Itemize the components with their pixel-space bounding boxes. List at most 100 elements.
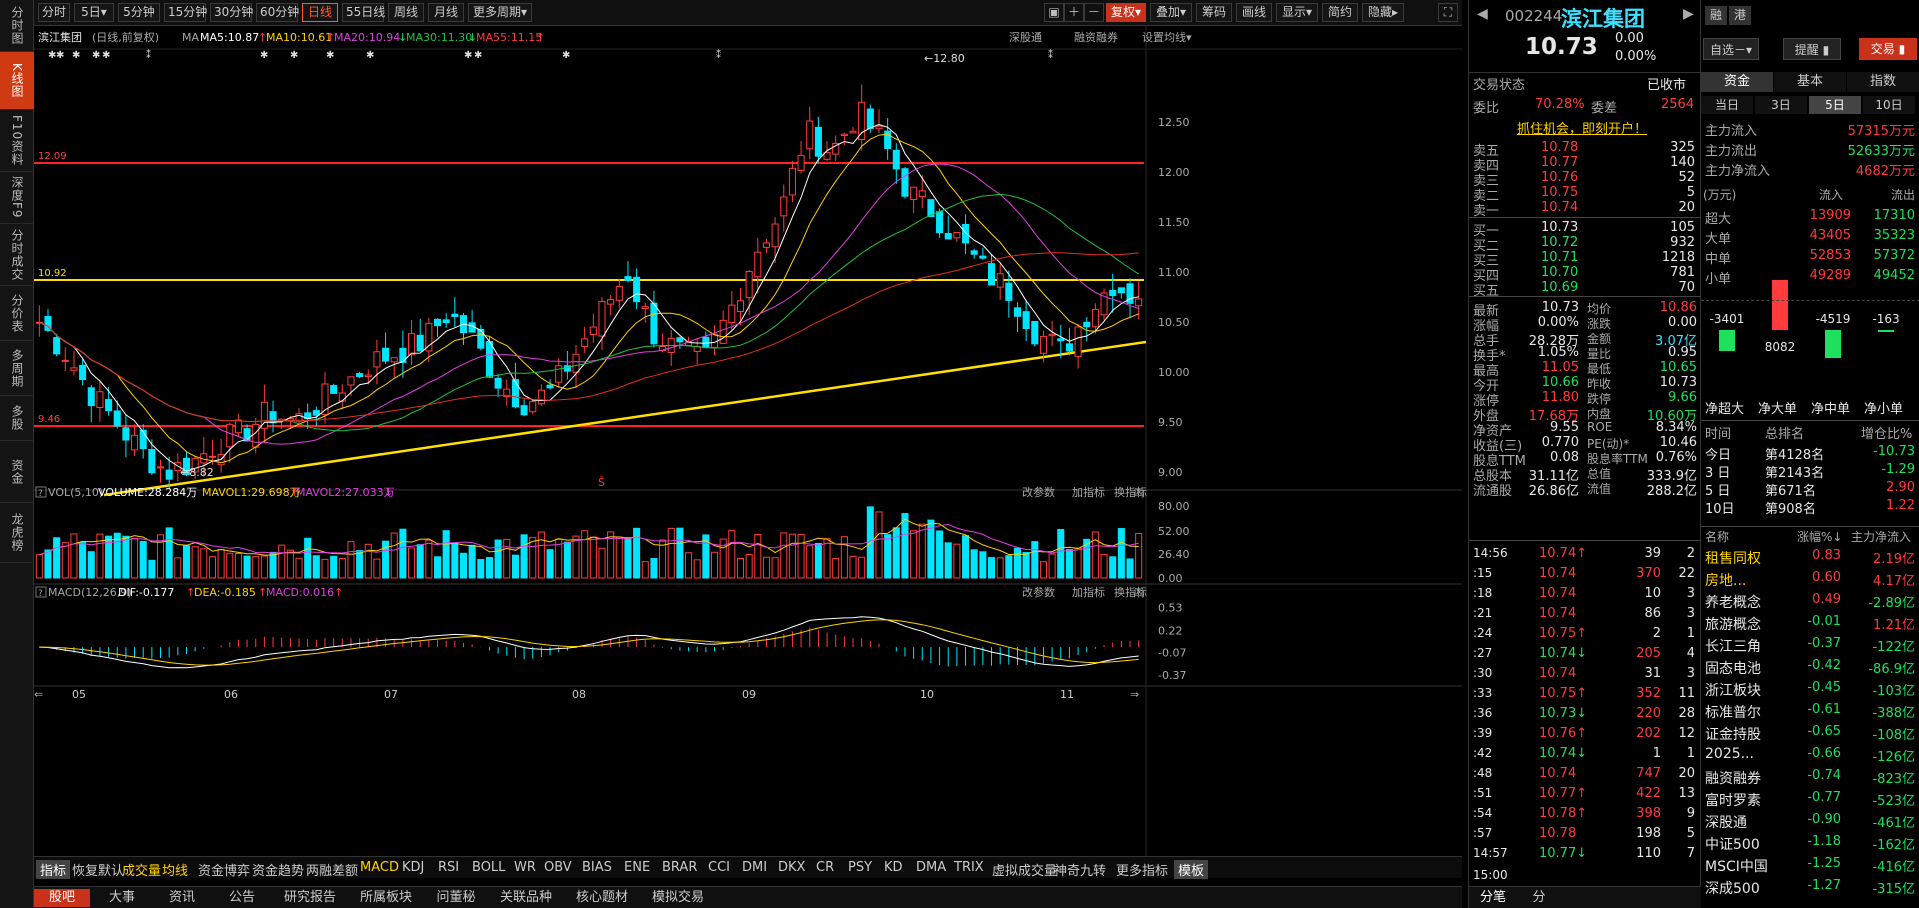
indicator-tab[interactable]: BIAS: [582, 860, 612, 875]
fund-tab[interactable]: 指数: [1847, 72, 1919, 92]
prev-stock-arrow[interactable]: ◀: [1477, 6, 1488, 22]
indicator-tab[interactable]: 两融差额: [306, 860, 358, 879]
trade-button[interactable]: 交易 ▮: [1859, 38, 1917, 60]
day-tab[interactable]: 3日: [1755, 96, 1807, 114]
bottom-tab[interactable]: 所属板块: [350, 889, 422, 907]
sector-name[interactable]: 证金持股: [1705, 724, 1761, 744]
bottom-tab[interactable]: 核心题材: [566, 889, 638, 907]
period-button[interactable]: 月线: [428, 3, 464, 22]
bid-price[interactable]: 10.69: [1541, 280, 1578, 295]
period-button[interactable]: 更多周期▾: [468, 3, 532, 22]
scroll-left-icon[interactable]: ⇐: [34, 688, 43, 701]
toolbar-button[interactable]: 简约: [1322, 3, 1358, 22]
indicator-tab[interactable]: ENE: [624, 860, 650, 875]
bottom-tab[interactable]: 股吧: [34, 889, 90, 907]
indicator-tab[interactable]: KD: [884, 860, 903, 875]
bottom-tab[interactable]: 大事: [94, 889, 150, 907]
indicator-tab[interactable]: 模板: [1174, 860, 1209, 879]
indicator-tab[interactable]: 资金趋势: [252, 860, 304, 879]
toolbar-button[interactable]: 隐藏▸: [1362, 3, 1404, 22]
event-marker[interactable]: ✱: [326, 50, 334, 61]
left-nav-item[interactable]: 分时图: [0, 0, 34, 52]
next-stock-arrow[interactable]: ▶: [1683, 6, 1694, 22]
chart-header-link[interactable]: 融资融券: [1074, 30, 1118, 44]
indicator-tab[interactable]: WR: [514, 860, 536, 875]
kline-chart[interactable]: 滨江集团 (日线,前复权) MA MA5:10.87 MA10:10.61 MA20:10…: [34, 26, 1462, 856]
bottom-tab[interactable]: 模拟交易: [642, 889, 714, 907]
event-marker[interactable]: ✱: [464, 50, 472, 61]
day-tab[interactable]: 当日: [1701, 96, 1753, 114]
event-marker[interactable]: ✱: [56, 50, 64, 61]
ask-price[interactable]: 10.76: [1541, 170, 1578, 185]
indicator-tab[interactable]: CR: [816, 860, 834, 875]
day-tab[interactable]: 10日: [1863, 96, 1915, 114]
bid-price[interactable]: 10.73: [1541, 220, 1578, 235]
left-nav-item[interactable]: 多股: [0, 396, 34, 441]
scroll-right-icon[interactable]: ⇒: [1130, 688, 1139, 701]
toolbar-button[interactable]: 叠加▾: [1150, 3, 1192, 22]
period-button[interactable]: 60分钟: [256, 3, 299, 22]
chart-header-link[interactable]: 深股通: [1009, 31, 1042, 44]
bid-price[interactable]: 10.71: [1541, 250, 1578, 265]
event-marker[interactable]: ✱: [102, 50, 110, 61]
vol-panel-link[interactable]: 改参数: [1022, 485, 1055, 499]
bottom-tab[interactable]: 问董秘: [426, 889, 486, 907]
day-tab[interactable]: 5日: [1809, 96, 1861, 114]
event-marker[interactable]: ⁑: [716, 48, 721, 61]
period-button[interactable]: 分时: [38, 3, 70, 22]
period-button[interactable]: 周线: [388, 3, 424, 22]
left-nav-item[interactable]: F10资料: [0, 110, 34, 172]
left-nav-item[interactable]: 深度F9: [0, 172, 34, 224]
indicator-tab[interactable]: OBV: [544, 860, 572, 875]
sector-name[interactable]: 标准普尔: [1705, 702, 1761, 722]
event-marker[interactable]: ⁑: [146, 48, 151, 61]
indicator-tab[interactable]: DMI: [742, 860, 767, 875]
fullscreen-icon[interactable]: ⛶: [1438, 3, 1458, 22]
sector-name[interactable]: 房地...: [1705, 570, 1746, 590]
indicator-tab[interactable]: 均线: [162, 860, 188, 879]
macd-panel-link[interactable]: 加指标: [1072, 585, 1105, 599]
toolbar-button[interactable]: 显示▾: [1276, 3, 1318, 22]
indicator-tab[interactable]: 指标: [36, 860, 71, 879]
fund-tab[interactable]: 资金: [1701, 72, 1773, 92]
indicator-tab[interactable]: 成交量: [122, 860, 161, 879]
indicator-tab[interactable]: 资金博弈: [198, 860, 250, 879]
period-button[interactable]: 55日线: [342, 3, 385, 22]
left-nav-item[interactable]: 分价表: [0, 286, 34, 341]
trend-line[interactable]: [103, 340, 1147, 497]
fund-tab[interactable]: 基本: [1774, 72, 1846, 92]
bottom-tab[interactable]: 关联品种: [490, 889, 562, 907]
indicator-tab[interactable]: BOLL: [472, 860, 505, 875]
bid-price[interactable]: 10.72: [1541, 235, 1578, 250]
event-marker[interactable]: ✱: [474, 50, 482, 61]
toolbar-button[interactable]: 复权▾: [1106, 3, 1146, 22]
sector-name[interactable]: 中证500: [1705, 834, 1760, 854]
sector-name[interactable]: MSCI中国: [1705, 856, 1768, 876]
bottom-tab[interactable]: 研究报告: [274, 889, 346, 907]
chart-header-link[interactable]: 设置均线▾: [1142, 30, 1192, 44]
left-nav-item[interactable]: 龙虎榜: [0, 503, 34, 563]
indicator-tab[interactable]: PSY: [848, 860, 872, 875]
bid-price[interactable]: 10.70: [1541, 265, 1578, 280]
sector-name[interactable]: 富时罗素: [1705, 790, 1761, 810]
sector-name[interactable]: 租售同权: [1705, 548, 1761, 568]
indicator-tab[interactable]: 神奇九转: [1054, 860, 1106, 879]
ask-price[interactable]: 10.77: [1541, 155, 1578, 170]
sector-name[interactable]: 养老概念: [1705, 592, 1761, 612]
sector-name[interactable]: 固态电池: [1705, 658, 1761, 678]
sector-name[interactable]: 旅游概念: [1705, 614, 1761, 634]
event-marker[interactable]: ✱: [366, 50, 374, 61]
zoom-out-icon[interactable]: －: [1084, 3, 1104, 22]
indicator-tab[interactable]: MACD: [360, 860, 399, 875]
sector-name[interactable]: 2025...: [1705, 746, 1754, 762]
ask-price[interactable]: 10.74: [1541, 200, 1578, 215]
period-button[interactable]: 5分钟: [118, 3, 160, 22]
indicator-tab[interactable]: 恢复默认: [72, 860, 124, 879]
alert-button[interactable]: 提醒 ▮: [1783, 38, 1841, 60]
event-marker[interactable]: ✱: [260, 50, 268, 61]
indicator-tab[interactable]: CCI: [708, 860, 730, 875]
indicator-tab[interactable]: KDJ: [402, 860, 424, 875]
indicator-tab[interactable]: 更多指标: [1116, 860, 1168, 879]
event-marker[interactable]: ✱: [290, 50, 298, 61]
close-icon[interactable]: ☒: [1134, 486, 1144, 499]
